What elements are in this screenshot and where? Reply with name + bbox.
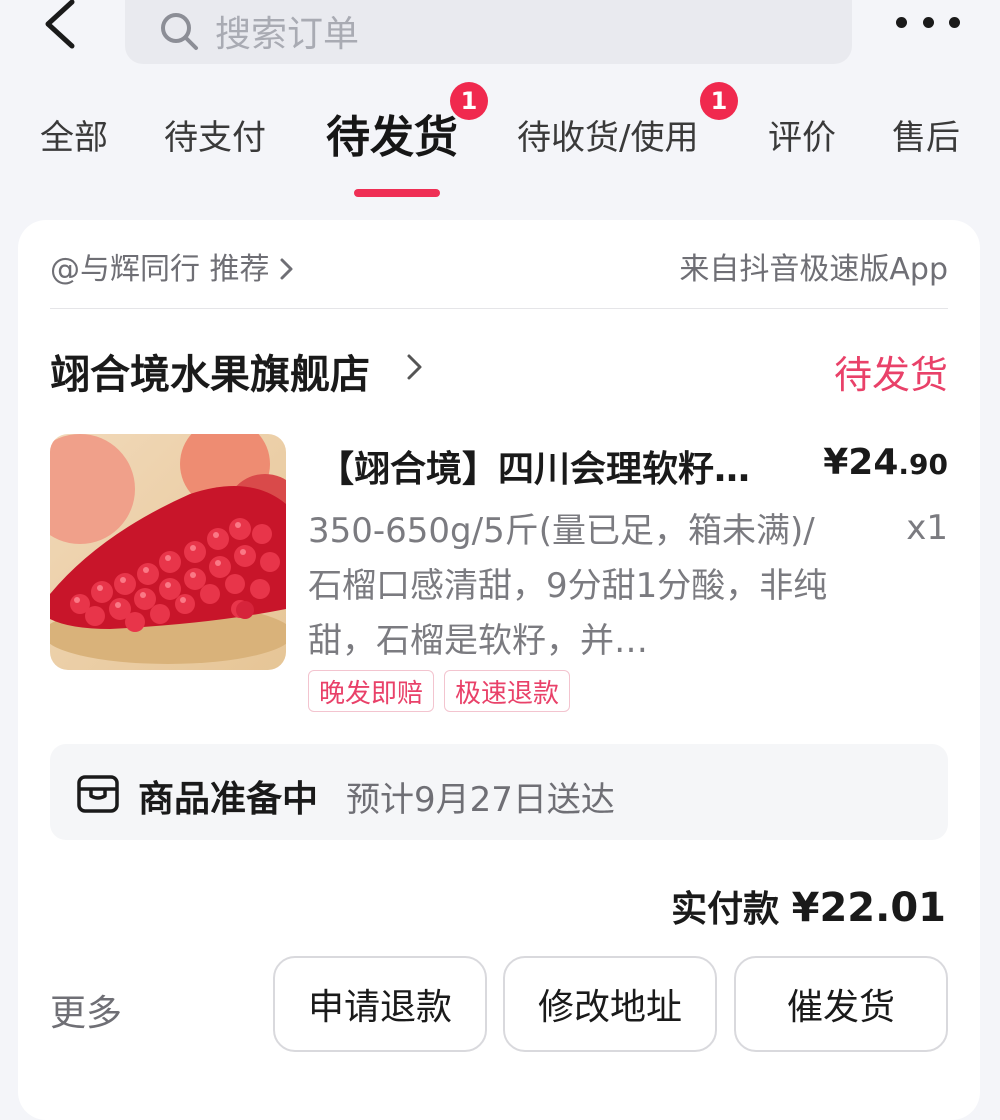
tab-pending-receipt[interactable]: 待收货/使用 <box>517 114 698 162</box>
product-quantity: x1 <box>906 508 948 548</box>
price-decimal: .90 <box>898 448 948 481</box>
more-dot-icon <box>896 16 907 28</box>
tab-all[interactable]: 全部 <box>40 114 108 162</box>
tab-badge: 1 <box>450 82 488 120</box>
tab-badge: 1 <box>700 82 738 120</box>
chevron-right-icon <box>280 258 293 280</box>
more-options-button[interactable] <box>896 8 960 36</box>
product-spec: 350-650g/5斤(量已足，箱未满)/石榴口感清甜，9分甜1分酸，非纯甜，石… <box>308 511 828 661</box>
tab-pending-shipment[interactable]: 待发货 <box>326 108 458 168</box>
order-status: 待发货 <box>833 353 948 397</box>
paid-label: 实付款 <box>671 889 780 930</box>
search-placeholder: 搜索订单 <box>215 14 360 55</box>
chevron-right-icon <box>407 354 422 380</box>
amount-paid: 实付款 ¥22.01 <box>671 880 946 932</box>
back-arrow-icon <box>45 0 75 49</box>
tab-label: 全部 <box>40 118 108 158</box>
paid-amount: ¥22.01 <box>791 885 946 931</box>
product-image[interactable] <box>50 434 286 670</box>
pomegranate-image <box>50 434 286 670</box>
delivery-estimate: 预计9月27日送达 <box>346 780 615 820</box>
tab-review[interactable]: 评价 <box>768 114 836 162</box>
order-source: 来自抖音极速版App <box>679 252 948 287</box>
recommender-text: @与辉同行 推荐 <box>50 252 270 287</box>
package-box-icon <box>77 775 119 813</box>
divider <box>50 308 948 309</box>
active-tab-indicator <box>354 189 440 197</box>
product-price: ¥24.90 <box>823 442 948 483</box>
change-address-button[interactable]: 修改地址 <box>503 956 717 1052</box>
search-bar[interactable]: 搜索订单 <box>125 0 852 64</box>
tab-after-sales[interactable]: 售后 <box>892 114 960 162</box>
tab-label: 待发货 <box>326 112 458 163</box>
more-dot-icon <box>949 16 960 28</box>
shipping-status-title: 商品准备中 <box>138 779 319 820</box>
product-title[interactable]: 【翊合境】四川会理软籽石榴 <box>318 440 770 492</box>
shop-name[interactable]: 翊合境水果旗舰店 <box>50 342 370 400</box>
request-refund-button[interactable]: 申请退款 <box>273 956 487 1052</box>
tab-label: 售后 <box>892 118 960 158</box>
service-tag: 极速退款 <box>444 670 571 712</box>
tab-pending-payment[interactable]: 待支付 <box>164 114 266 162</box>
back-button[interactable] <box>34 0 90 52</box>
tab-label: 待支付 <box>164 118 266 158</box>
urge-shipment-button[interactable]: 催发货 <box>734 956 948 1052</box>
tab-label: 评价 <box>768 118 836 158</box>
more-actions-link[interactable]: 更多 <box>50 984 122 1036</box>
service-tag: 晚发即赔 <box>308 670 435 712</box>
price-main: ¥24 <box>823 442 899 483</box>
tab-label: 待收货/使用 <box>517 118 699 158</box>
search-icon <box>161 13 198 50</box>
recommender-link[interactable]: @与辉同行 推荐 <box>50 244 295 288</box>
more-dot-icon <box>922 16 934 28</box>
